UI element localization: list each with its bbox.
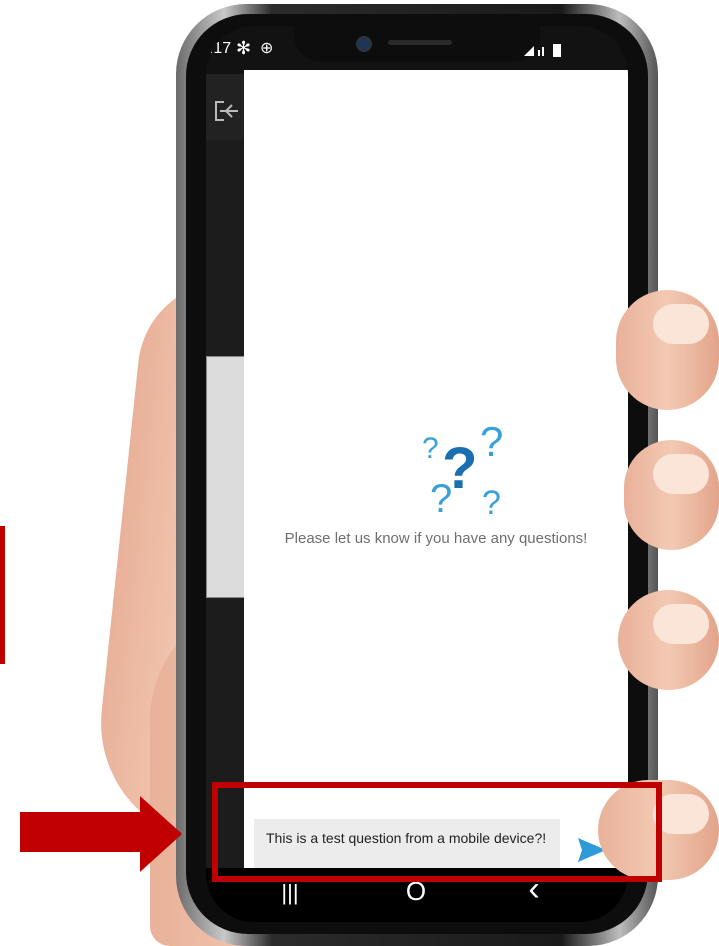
- recents-button[interactable]: |||: [270, 880, 310, 910]
- vpn-globe-icon: ⊕: [260, 40, 274, 57]
- finger-index: [616, 290, 719, 410]
- annotation-arrow-shaft: [20, 812, 142, 852]
- snowflake-icon: ✻: [236, 38, 252, 58]
- chat-panel: ? ? ? ? ? Please let us know if you have…: [244, 70, 628, 879]
- signal-icon: [524, 46, 544, 56]
- finger-middle: [624, 440, 719, 550]
- question-marks-icon: ? ? ? ? ?: [422, 420, 503, 520]
- finger-ring: [618, 590, 719, 690]
- svg-text:?: ?: [480, 420, 503, 465]
- background-app-thumbnail: [206, 356, 246, 598]
- battery-icon: [553, 44, 561, 57]
- exit-icon: [215, 101, 238, 121]
- svg-text:?: ?: [482, 484, 501, 520]
- chat-prompt: Please let us know if you have any quest…: [284, 530, 588, 547]
- annotation-arrow-icon: [140, 796, 182, 872]
- background-app-toolbar: [206, 74, 244, 140]
- input-highlight-box: [212, 782, 662, 882]
- svg-text:?: ?: [430, 477, 452, 520]
- svg-text:?: ?: [422, 432, 439, 465]
- status-bar: 1:17 ✻ ⊕: [206, 26, 628, 74]
- status-time: 1:17: [206, 40, 232, 57]
- annotation-side-bar: [0, 526, 5, 664]
